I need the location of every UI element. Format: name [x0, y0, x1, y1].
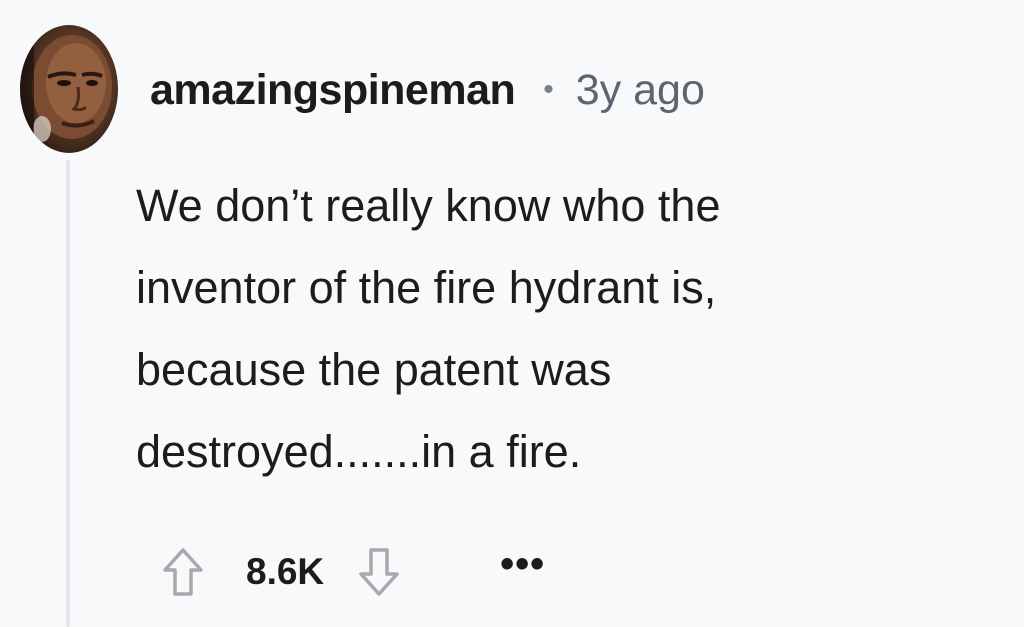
comment-header: amazingspineman • 3y ago	[150, 62, 705, 118]
timestamp[interactable]: 3y ago	[576, 66, 705, 115]
comment-line: destroyed.......in a fire.	[136, 426, 582, 477]
upvote-arrow-icon	[163, 548, 203, 596]
comment-line: inventor of the fire hydrant is,	[136, 262, 717, 313]
comment-actions: 8.6K •••	[150, 540, 545, 604]
upvote-button[interactable]	[150, 540, 216, 604]
username-link[interactable]: amazingspineman	[150, 66, 516, 115]
vote-score: 8.6K	[246, 551, 325, 592]
avatar-photo-icon	[20, 25, 112, 153]
separator-dot: •	[543, 73, 554, 106]
downvote-button[interactable]	[346, 540, 412, 604]
avatar[interactable]	[20, 25, 118, 153]
comment-line: because the patent was	[136, 344, 612, 395]
more-options-button[interactable]: •••	[500, 544, 545, 584]
comment-line: We don’t really know who the	[136, 180, 721, 231]
downvote-arrow-icon	[359, 548, 399, 596]
comment-body: We don’t really know who the inventor of…	[136, 165, 956, 493]
thread-line[interactable]	[66, 160, 70, 627]
